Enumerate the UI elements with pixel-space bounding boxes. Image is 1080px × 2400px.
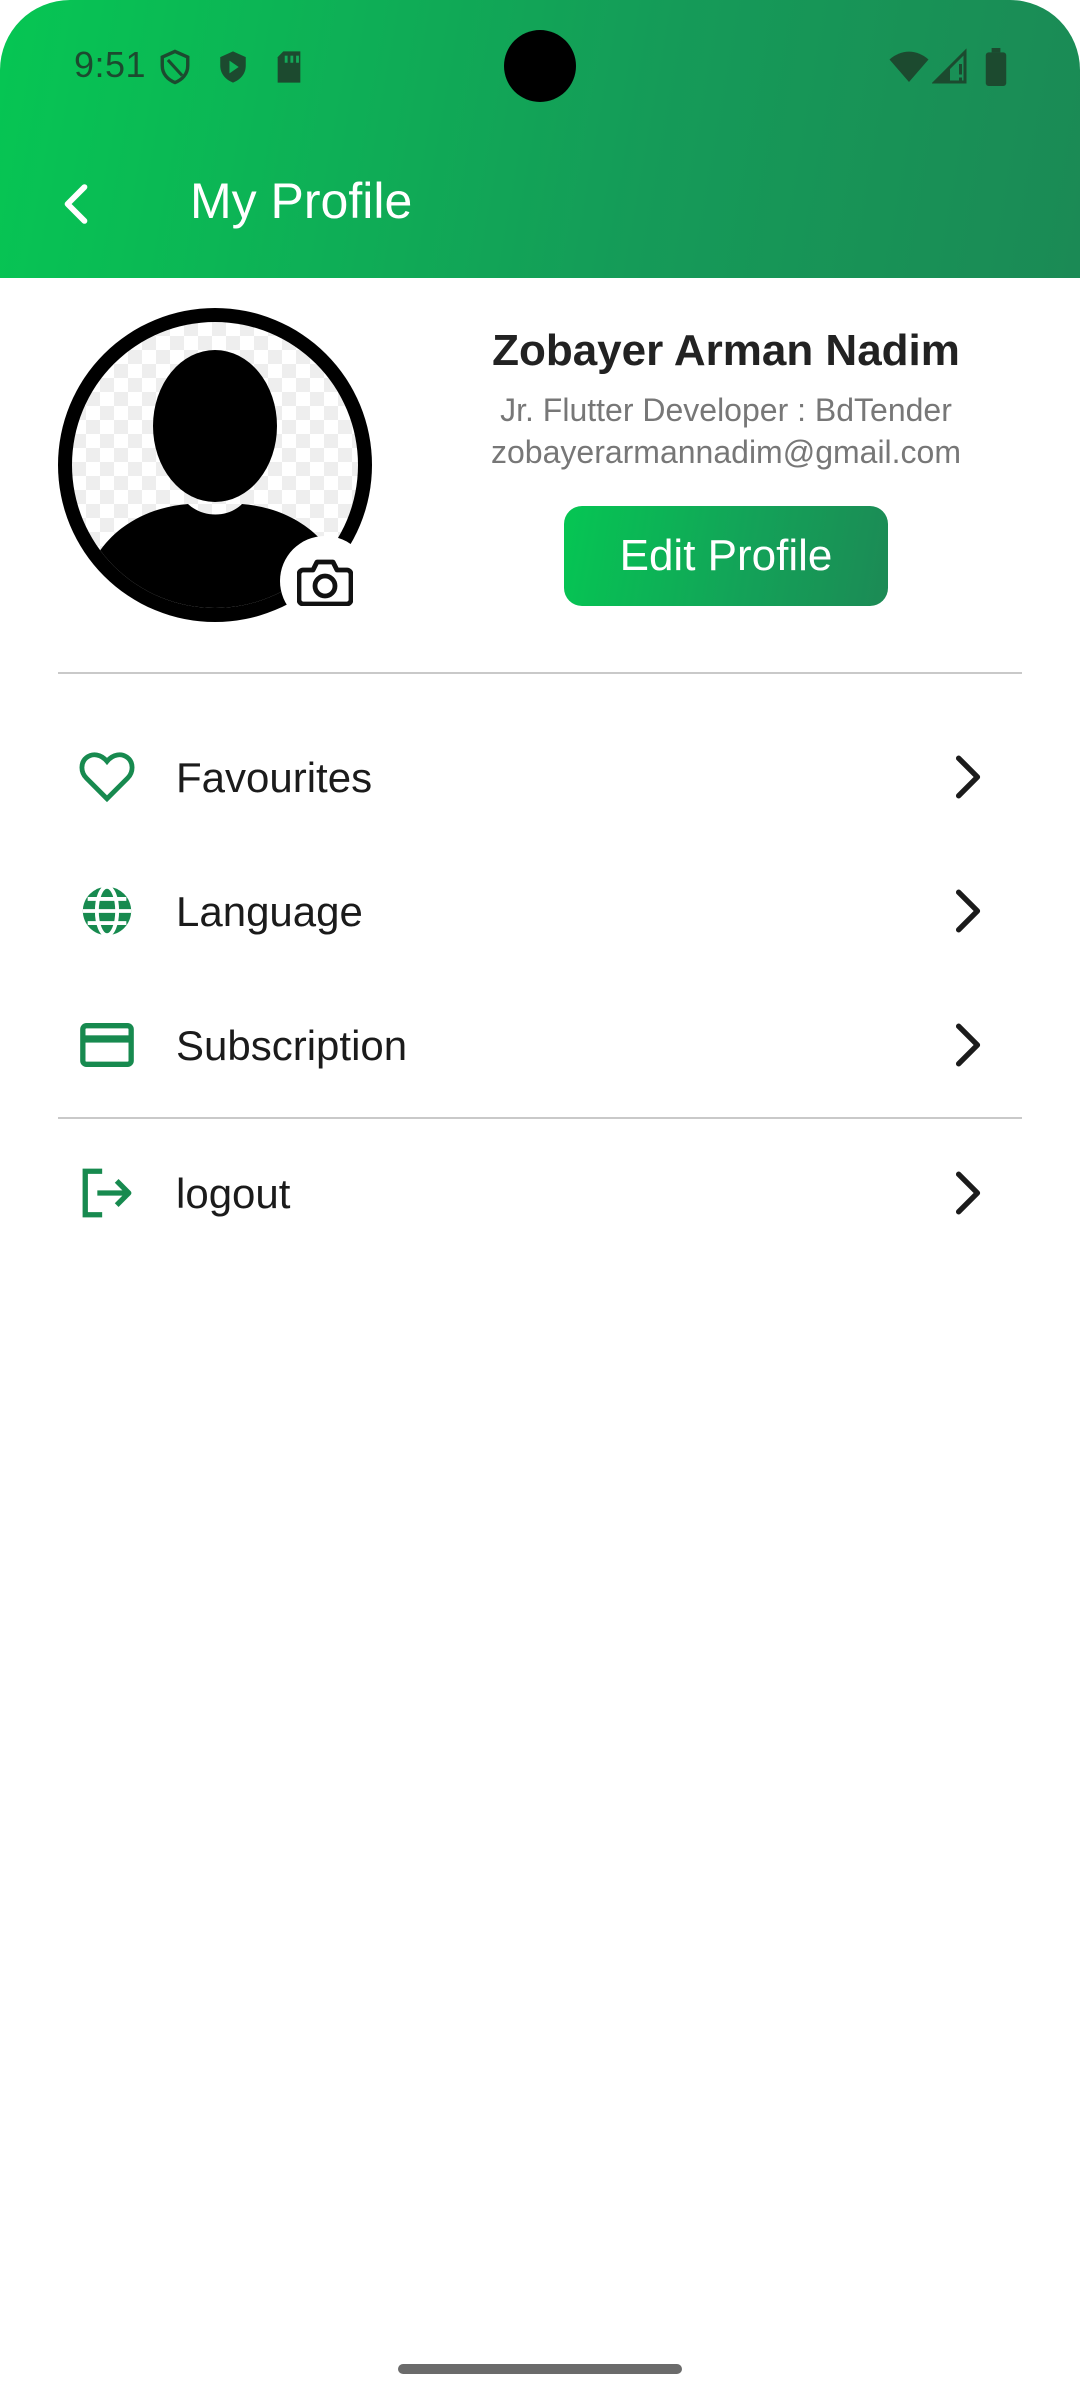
profile-role: Jr. Flutter Developer : BdTender [500,392,952,428]
shield-outline-icon [160,49,190,85]
battery-icon [985,48,1007,86]
edit-profile-button[interactable]: Edit Profile [564,506,888,606]
menu-label: Language [176,888,363,935]
menu-label: Favourites [176,754,373,801]
menu-item-subscription[interactable]: Subscription [58,980,1022,1110]
camera-icon [297,559,353,606]
logout-icon [82,1168,132,1218]
menu-item-favourites[interactable]: Favourites [58,712,1022,842]
credit-card-icon [80,1023,134,1067]
menu-item-logout[interactable]: logout [58,1128,1022,1258]
app-bar: My Profile [0,150,1080,260]
sd-card-icon [277,51,301,83]
chevron-right-icon [955,755,981,799]
chevron-right-icon [955,1171,981,1215]
change-photo-button[interactable] [280,536,370,626]
status-time: 9:51 [74,44,147,85]
profile-email: zobayerarmannadim@gmail.com [491,434,961,470]
menu-label: Subscription [176,1022,408,1069]
heart-icon [79,752,135,803]
divider [58,1117,1022,1119]
home-indicator[interactable] [398,2364,682,2374]
profile-screen: 9:51 My Profile Zobayer Arman Nadim Jr. … [0,0,1080,2400]
globe-icon [82,884,132,938]
page-title: My Profile [190,173,413,229]
chevron-right-icon [955,1023,981,1067]
camera-cutout [504,30,576,102]
arrow-back-icon [64,184,88,224]
header: 9:51 My Profile [0,0,1080,278]
divider [58,672,1022,674]
chevron-right-icon [955,889,981,933]
back-button[interactable] [46,174,106,234]
signal-icon [932,48,967,84]
profile-name: Zobayer Arman Nadim [492,326,960,375]
menu-item-language[interactable]: Language [58,846,1022,976]
shield-play-icon [220,51,246,83]
wifi-icon [889,51,929,82]
menu-label: logout [176,1170,291,1217]
status-bar: 9:51 [0,0,1080,130]
